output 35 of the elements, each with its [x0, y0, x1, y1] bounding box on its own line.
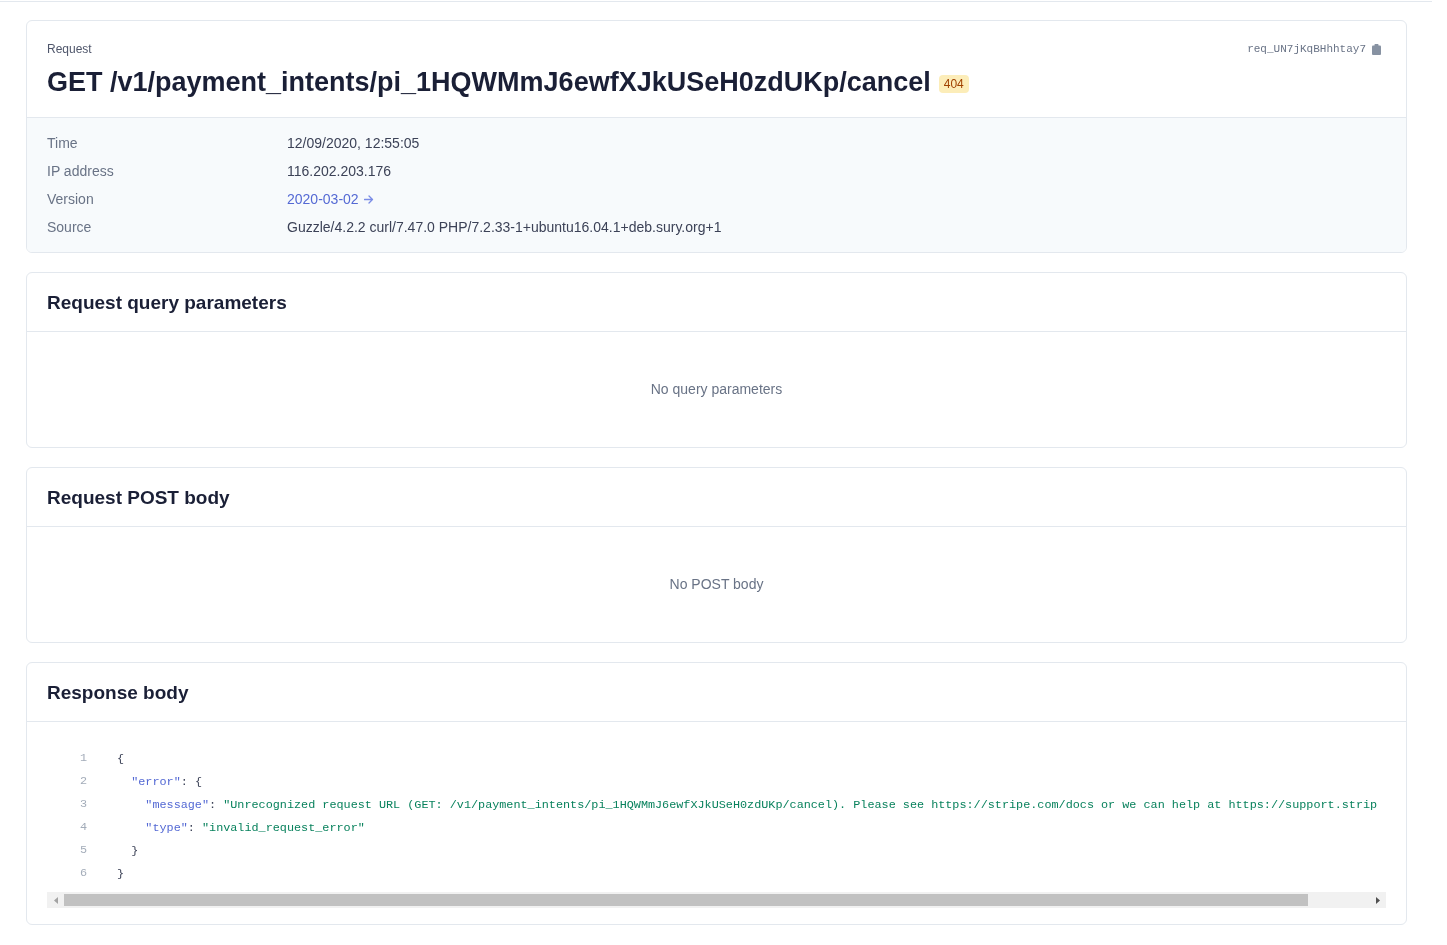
line-number: 1	[78, 749, 87, 767]
clipboard-icon[interactable]	[1372, 43, 1381, 55]
request-id: req_UN7jKqBHhhtay7	[1247, 42, 1366, 57]
section-title: Request query parameters	[47, 291, 287, 316]
detail-label: Source	[47, 217, 93, 237]
section-title: Response body	[47, 681, 189, 706]
line-number: 6	[78, 864, 87, 882]
arrow-right-icon	[363, 194, 374, 204]
code-line: "message": "Unrecognized request URL (GET: /v1/payment_intents/pi_1HQWMmJ6ewfXJkUSeH0zdUKp/cancel). Please see https://stripe.com/docs or we can help at https://support.strip	[145, 796, 1378, 813]
code-line: }	[131, 842, 139, 859]
code-line: "error": {	[131, 773, 202, 790]
code-line: }	[117, 865, 125, 882]
scroll-left-arrow-icon[interactable]	[53, 896, 58, 904]
detail-label: IP address	[47, 161, 115, 181]
detail-label: Version	[47, 189, 95, 209]
line-number: 2	[78, 772, 87, 790]
detail-value: 116.202.203.176	[287, 161, 393, 181]
request-label: Request	[47, 41, 92, 58]
section-title: Request POST body	[47, 486, 230, 511]
version-link[interactable]: 2020-03-02	[287, 188, 374, 210]
line-number: 3	[78, 795, 87, 813]
line-number: 4	[78, 818, 87, 836]
line-number: 5	[78, 841, 87, 859]
scrollbar-track[interactable]	[47, 892, 1386, 908]
detail-value: Guzzle/4.2.2 curl/7.47.0 PHP/7.2.33-1+ubuntu16.04.1+deb.sury.org+1	[287, 217, 723, 237]
scroll-right-arrow-icon[interactable]	[1376, 896, 1380, 904]
detail-value: 12/09/2020, 12:55:05	[287, 133, 421, 153]
code-line: {	[117, 750, 125, 767]
code-line: "type": "invalid_request_error"	[145, 819, 365, 836]
status-badge: 404	[938, 74, 969, 93]
detail-label: Time	[47, 133, 79, 153]
scrollbar-thumb[interactable]	[64, 894, 1308, 906]
empty-state-text: No POST body	[669, 575, 764, 594]
request-title: GET /v1/payment_intents/pi_1HQWMmJ6ewfXJkUSeH0zdUKp/cancel	[47, 66, 931, 98]
empty-state-text: No query parameters	[650, 380, 783, 399]
